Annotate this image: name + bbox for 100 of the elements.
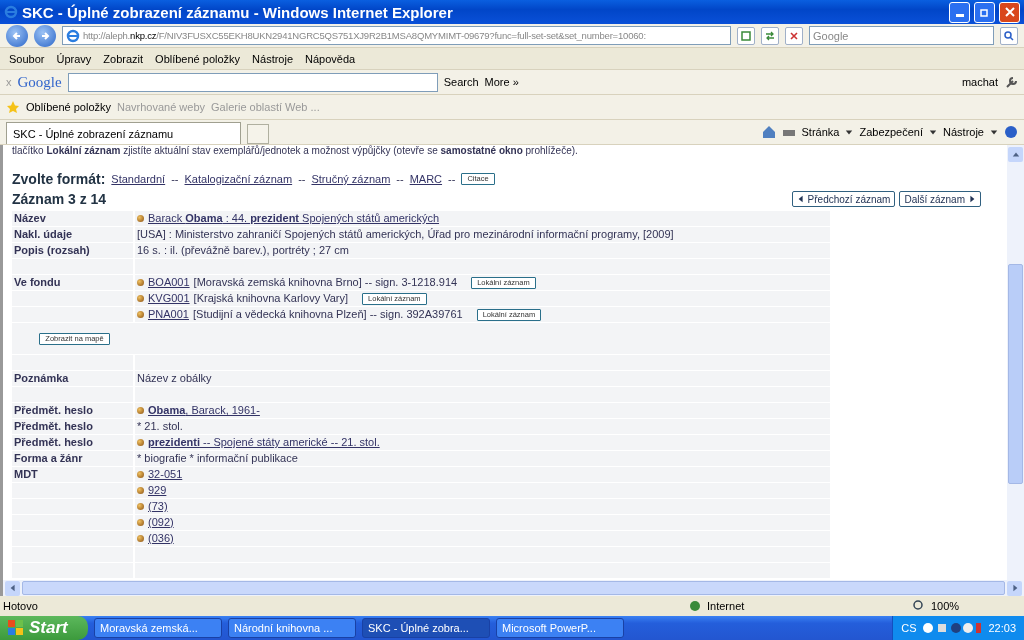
value-link[interactable]: 929 — [148, 483, 167, 498]
zoom-level[interactable]: 100% — [931, 600, 960, 612]
field-label: Název — [12, 210, 135, 226]
refresh-icon — [765, 30, 775, 41]
wrench-icon[interactable] — [1004, 75, 1018, 89]
star-icon — [6, 100, 20, 114]
taskbar-button[interactable]: Národní knihovna ... — [228, 618, 356, 638]
field-value: * biografie * informační publikace — [135, 450, 830, 466]
taskbar-button[interactable]: SKC - Úplné zobra... — [362, 618, 490, 638]
field-value: [USA] : Ministerstvo zahraničí Spojených států amerických, Úřad pro mezinárodní informační programy, [2009] — [135, 226, 830, 242]
menu-item[interactable]: Soubor — [6, 52, 48, 65]
command-menu[interactable]: Zabezpečení — [859, 126, 924, 138]
stop-button[interactable] — [785, 26, 803, 45]
library-link[interactable]: KVG001 — [148, 291, 190, 306]
arrow-left-icon — [796, 195, 805, 203]
compatibility-button[interactable] — [737, 26, 755, 45]
library-text: [Moravská zemská knihovna Brno] -- sign. 3-1218.914 — [193, 275, 458, 290]
bullet-icon — [137, 535, 144, 542]
search-button[interactable]: Search — [443, 76, 479, 88]
close-button[interactable] — [999, 1, 1020, 23]
format-link[interactable]: Standardní — [111, 173, 166, 185]
horizontal-scrollbar[interactable] — [0, 580, 1024, 596]
dropdown-icon — [990, 128, 998, 136]
separator-text: -- — [298, 173, 306, 185]
bullet-icon — [137, 439, 144, 446]
favorites-button[interactable]: Oblíbené položky — [26, 101, 111, 113]
library-text: [Studijní a vědecká knihovna Plzeň] -- sign. 392A39761 — [193, 307, 463, 322]
separator-text: -- — [448, 173, 456, 185]
separator-text: -- — [171, 173, 179, 185]
intro-text: tlačítko Lokální záznam zjistíte aktuální stav exemplářů/jednotek a možnost výpůjčky (otevře se samostatné okno prohlížeče). — [12, 145, 579, 157]
field-label: Předmět. heslo — [12, 402, 135, 418]
minimize-button[interactable] — [949, 1, 970, 23]
library-link[interactable]: BOA001 — [148, 275, 190, 290]
close-icon — [1004, 7, 1015, 17]
tray-icons-drawing — [922, 622, 983, 634]
next-record-button[interactable]: Další záznam — [899, 191, 981, 207]
address-field[interactable]: http://aleph.nkp.cz/F/NIV3FUSXC55EKH8UKN2941NGRC5QS751XJ9R2B1MSA8QMYMIMT-09679?func=full-set-set&set_number=10060: — [62, 26, 731, 45]
field-label: Předmět. heslo — [12, 418, 135, 434]
previous-record-button[interactable]: Předchozí záznam — [791, 191, 896, 207]
menu-item[interactable]: Nástroje — [249, 52, 297, 65]
menu-item[interactable]: Oblíbené položky — [152, 52, 244, 65]
clock: 22:03 — [988, 622, 1016, 634]
search-icon — [1004, 30, 1014, 41]
value-link[interactable]: (036) — [148, 531, 174, 546]
command-menu[interactable]: Nástroje — [943, 126, 984, 138]
browser-tab[interactable]: SKC - Úplné zobrazení záznamu — [6, 122, 241, 144]
back-button[interactable] — [6, 24, 28, 47]
value-link[interactable]: Obama, Barack, 1961- — [148, 403, 260, 418]
value-link[interactable]: prezidenti -- Spojené státy americké -- 21. stol. — [148, 435, 380, 450]
arrow-left-icon — [8, 584, 17, 592]
restore-icon — [979, 7, 990, 17]
arrow-left-icon — [12, 30, 22, 41]
more-button[interactable]: More » — [484, 76, 519, 88]
google-search-field[interactable] — [67, 72, 438, 92]
bullet-icon — [137, 503, 144, 510]
value-link[interactable]: 32-051 — [148, 467, 183, 482]
format-link[interactable]: MARC — [409, 173, 443, 185]
refresh-button[interactable] — [761, 26, 779, 45]
window-title: SKC - Úplné zobrazení záznamu - Windows Internet Explorer — [22, 3, 454, 21]
format-link[interactable]: Katalogizační záznam — [184, 173, 293, 185]
bullet-icon — [137, 295, 144, 302]
bullet-icon — [137, 215, 144, 222]
field-label: MDT — [12, 466, 135, 482]
language-indicator[interactable]: CS — [901, 622, 917, 634]
bullet-icon — [137, 519, 144, 526]
arrow-right-icon — [968, 195, 976, 203]
browser-icon — [4, 5, 18, 19]
field-value: Název z obálky — [135, 370, 830, 386]
user-menu[interactable]: machat — [961, 76, 998, 88]
field-label: Forma a žánr — [12, 450, 135, 466]
bullet-icon — [137, 279, 144, 286]
bullet-icon — [137, 487, 144, 494]
field-label: Ve fondu — [12, 274, 135, 290]
format-link[interactable]: Stručný záznam — [311, 173, 391, 185]
value-link[interactable]: (092) — [148, 515, 174, 530]
dropdown-icon — [845, 128, 854, 136]
field-label: Popis (rozsah) — [12, 242, 135, 258]
value-link[interactable]: (73) — [148, 499, 168, 514]
search-button[interactable] — [1000, 26, 1018, 45]
windows-logo — [8, 620, 24, 636]
menu-item[interactable]: Úpravy — [53, 52, 95, 65]
google-logo: Google — [17, 73, 62, 91]
taskbar-button[interactable]: Microsoft PowerP... — [496, 618, 624, 638]
home-icon[interactable] — [761, 125, 776, 139]
taskbar-button[interactable]: Moravská zemská... — [94, 618, 222, 638]
separator-text: -- — [396, 173, 404, 185]
menu-item[interactable]: Nápověda — [302, 52, 359, 65]
field-label: Nakl. údaje — [12, 226, 135, 242]
library-link[interactable]: PNA001 — [148, 307, 189, 322]
menu-item[interactable]: Zobrazit — [100, 52, 147, 65]
arrow-up-icon — [1011, 150, 1020, 159]
command-menu[interactable]: Stránka — [801, 126, 840, 138]
value-link[interactable]: Barack Obama : 44. prezident Spojených států amerických — [148, 211, 440, 226]
search-field[interactable]: Google — [809, 26, 994, 45]
library-text: [Krajská knihovna Karlovy Vary] — [193, 291, 349, 306]
restore-button[interactable] — [974, 1, 995, 23]
arrow-right-icon — [40, 30, 50, 41]
forward-button[interactable] — [34, 24, 56, 47]
record-title: Záznam 3 z 14 — [12, 191, 107, 207]
vertical-scrollbar[interactable] — [1007, 145, 1024, 580]
